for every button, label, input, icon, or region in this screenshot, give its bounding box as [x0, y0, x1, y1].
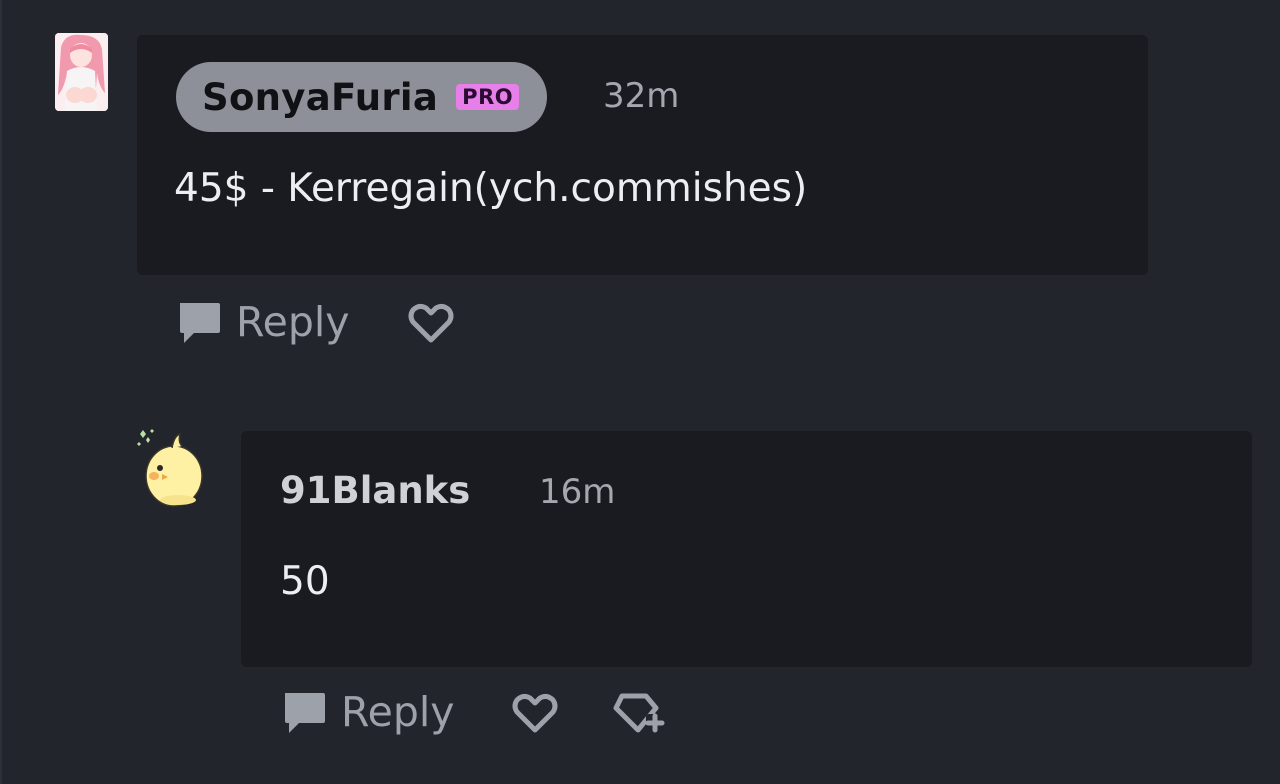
reply-label[interactable]: Reply — [341, 688, 455, 736]
reply-button[interactable]: Reply — [176, 298, 350, 346]
gem-plus-icon — [612, 690, 668, 736]
like-button[interactable] — [407, 300, 455, 346]
pro-badge: PRO — [456, 84, 520, 110]
avatar[interactable] — [55, 33, 108, 111]
comment-thread: SonyaFuria PRO 32m 45$ - Kerregain(ych.c… — [0, 0, 1280, 784]
username[interactable]: 91Blanks — [280, 469, 470, 512]
username[interactable]: SonyaFuria — [202, 76, 438, 119]
reply-bubble-icon — [281, 689, 327, 735]
comment-card: 91Blanks 16m 50 — [241, 431, 1252, 667]
reply-label[interactable]: Reply — [236, 298, 350, 346]
comment-card: SonyaFuria PRO 32m 45$ - Kerregain(ych.c… — [137, 35, 1148, 275]
heart-icon — [407, 300, 455, 346]
comment-body: 50 — [280, 559, 330, 604]
comment-body: 45$ - Kerregain(ych.commishes) — [174, 166, 808, 211]
author-pill[interactable]: SonyaFuria PRO — [176, 62, 548, 132]
like-button[interactable] — [511, 690, 559, 736]
timestamp[interactable]: 16m — [539, 472, 615, 512]
reply-bubble-icon — [176, 299, 222, 345]
heart-icon — [511, 690, 559, 736]
avatar-image — [137, 429, 203, 507]
award-button[interactable] — [612, 690, 668, 736]
avatar[interactable] — [132, 428, 208, 508]
avatar-image — [55, 33, 108, 111]
timestamp[interactable]: 32m — [603, 76, 679, 116]
reply-button[interactable]: Reply — [281, 688, 455, 736]
